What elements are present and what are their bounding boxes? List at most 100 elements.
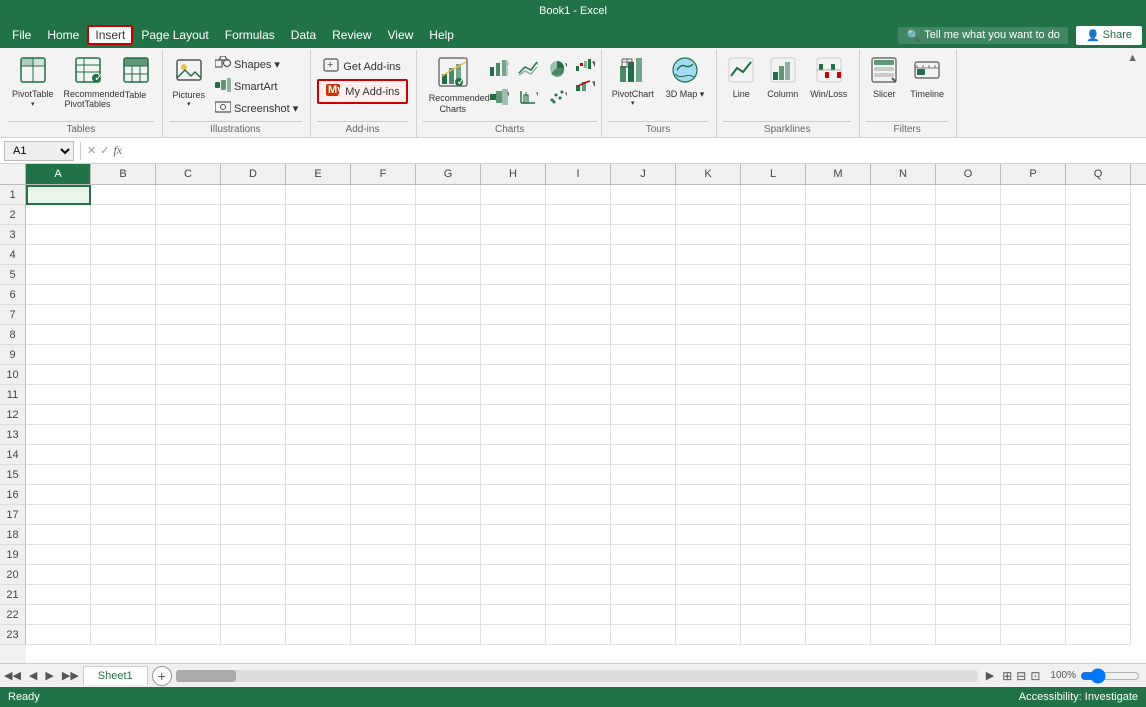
cell-H14[interactable] [481, 445, 546, 465]
row-number-5[interactable]: 5 [0, 265, 26, 285]
cell-G18[interactable] [416, 525, 481, 545]
cell-L9[interactable] [741, 345, 806, 365]
row-number-21[interactable]: 21 [0, 585, 26, 605]
cell-I17[interactable] [546, 505, 611, 525]
menu-data[interactable]: Data [283, 25, 324, 45]
cell-A12[interactable] [26, 405, 91, 425]
cell-O4[interactable] [936, 245, 1001, 265]
cell-H22[interactable] [481, 605, 546, 625]
row-number-22[interactable]: 22 [0, 605, 26, 625]
cell-I2[interactable] [546, 205, 611, 225]
cell-D12[interactable] [221, 405, 286, 425]
row-number-9[interactable]: 9 [0, 345, 26, 365]
col-header-i[interactable]: I [546, 164, 611, 184]
cell-P23[interactable] [1001, 625, 1066, 645]
cell-L23[interactable] [741, 625, 806, 645]
col-header-c[interactable]: C [156, 164, 221, 184]
col-header-k[interactable]: K [676, 164, 741, 184]
cell-Q17[interactable] [1066, 505, 1131, 525]
formula-input[interactable] [126, 145, 1142, 157]
cell-N11[interactable] [871, 385, 936, 405]
cell-Q20[interactable] [1066, 565, 1131, 585]
cell-D11[interactable] [221, 385, 286, 405]
cell-F8[interactable] [351, 325, 416, 345]
timeline-button[interactable]: Timeline [906, 52, 948, 103]
cell-B23[interactable] [91, 625, 156, 645]
cell-P9[interactable] [1001, 345, 1066, 365]
cell-H7[interactable] [481, 305, 546, 325]
cell-G16[interactable] [416, 485, 481, 505]
cell-K6[interactable] [676, 285, 741, 305]
menu-page-layout[interactable]: Page Layout [133, 25, 216, 45]
cell-O21[interactable] [936, 585, 1001, 605]
cell-C2[interactable] [156, 205, 221, 225]
cell-F14[interactable] [351, 445, 416, 465]
cell-D9[interactable] [221, 345, 286, 365]
cell-E2[interactable] [286, 205, 351, 225]
page-layout-view-icon[interactable]: ⊟ [1016, 669, 1026, 683]
cell-H10[interactable] [481, 365, 546, 385]
col-header-o[interactable]: O [936, 164, 1001, 184]
pie-chart-button[interactable]: ▾ [543, 54, 571, 82]
cell-I1[interactable] [546, 185, 611, 205]
cell-J6[interactable] [611, 285, 676, 305]
cell-I23[interactable] [546, 625, 611, 645]
cell-D5[interactable] [221, 265, 286, 285]
row-number-8[interactable]: 8 [0, 325, 26, 345]
cell-M18[interactable] [806, 525, 871, 545]
cell-F17[interactable] [351, 505, 416, 525]
cell-B6[interactable] [91, 285, 156, 305]
cell-I14[interactable] [546, 445, 611, 465]
cell-M19[interactable] [806, 545, 871, 565]
cell-J22[interactable] [611, 605, 676, 625]
cell-E8[interactable] [286, 325, 351, 345]
cell-B8[interactable] [91, 325, 156, 345]
cell-O14[interactable] [936, 445, 1001, 465]
cell-B7[interactable] [91, 305, 156, 325]
cell-H8[interactable] [481, 325, 546, 345]
cell-O20[interactable] [936, 565, 1001, 585]
cell-M17[interactable] [806, 505, 871, 525]
cell-D6[interactable] [221, 285, 286, 305]
cell-C23[interactable] [156, 625, 221, 645]
cell-I22[interactable] [546, 605, 611, 625]
slicer-button[interactable]: Slicer [866, 52, 902, 103]
cell-C11[interactable] [156, 385, 221, 405]
cell-D20[interactable] [221, 565, 286, 585]
cell-G17[interactable] [416, 505, 481, 525]
cell-C22[interactable] [156, 605, 221, 625]
cell-K16[interactable] [676, 485, 741, 505]
cell-H6[interactable] [481, 285, 546, 305]
cell-K17[interactable] [676, 505, 741, 525]
cell-A23[interactable] [26, 625, 91, 645]
recommended-pivottables-button[interactable]: ✓ Recommended PivotTables [60, 52, 116, 114]
cell-H9[interactable] [481, 345, 546, 365]
cell-O3[interactable] [936, 225, 1001, 245]
cell-C19[interactable] [156, 545, 221, 565]
menu-formulas[interactable]: Formulas [217, 25, 283, 45]
cell-D15[interactable] [221, 465, 286, 485]
cell-A7[interactable] [26, 305, 91, 325]
cell-K20[interactable] [676, 565, 741, 585]
cell-I13[interactable] [546, 425, 611, 445]
cell-E11[interactable] [286, 385, 351, 405]
cell-O11[interactable] [936, 385, 1001, 405]
cell-J4[interactable] [611, 245, 676, 265]
cell-F18[interactable] [351, 525, 416, 545]
col-header-j[interactable]: J [611, 164, 676, 184]
row-number-14[interactable]: 14 [0, 445, 26, 465]
cell-P21[interactable] [1001, 585, 1066, 605]
cell-Q11[interactable] [1066, 385, 1131, 405]
cell-P17[interactable] [1001, 505, 1066, 525]
winloss-sparkline-button[interactable]: Win/Loss [806, 52, 851, 103]
cell-D10[interactable] [221, 365, 286, 385]
cell-C1[interactable] [156, 185, 221, 205]
cell-J13[interactable] [611, 425, 676, 445]
cell-L21[interactable] [741, 585, 806, 605]
cell-D1[interactable] [221, 185, 286, 205]
cell-D18[interactable] [221, 525, 286, 545]
combo-chart-button[interactable]: ▾ [573, 76, 597, 94]
cell-F6[interactable] [351, 285, 416, 305]
cell-E9[interactable] [286, 345, 351, 365]
cell-A22[interactable] [26, 605, 91, 625]
